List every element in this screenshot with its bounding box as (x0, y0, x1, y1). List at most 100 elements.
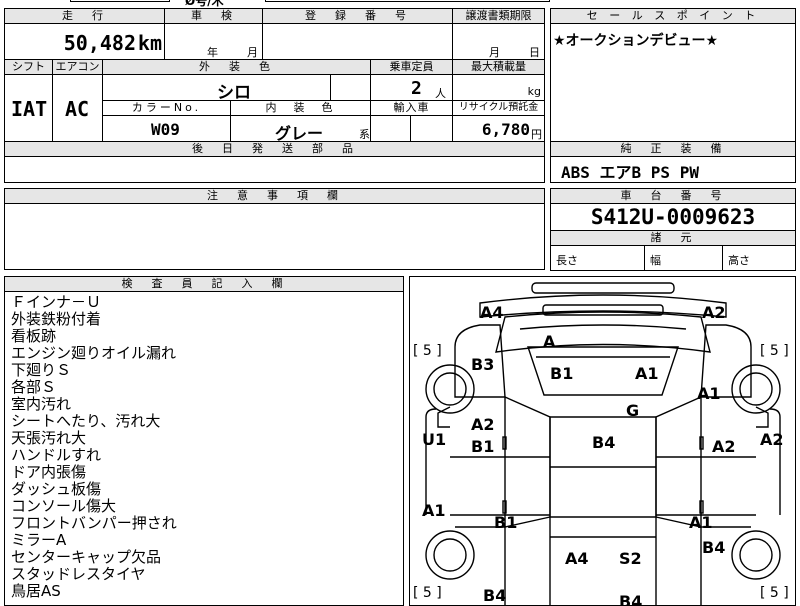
mileage-unit: km (137, 31, 162, 55)
damage-code: A2 (702, 303, 726, 322)
damage-code: A2 (760, 430, 784, 449)
shift-cell: IAT (5, 75, 53, 142)
inspector-line: ハンドルすれ (11, 446, 102, 464)
sales-point-header: セ ー ル ス ポ イ ン ト (551, 9, 795, 24)
recycle-header: リサイクル預託金 (453, 101, 544, 116)
spec-length-cell: 長さ (551, 246, 645, 270)
import-cell-1 (371, 116, 411, 142)
color-no-value: W09 (151, 120, 180, 139)
damage-code: B1 (471, 437, 495, 456)
inspector-box: 検 査 員 記 入 欄 Ｆインナ－Ｕ 外装鉄粉付着 看板跡 エンジン廻りオイル漏… (4, 276, 404, 606)
damage-code: U1 (422, 430, 447, 449)
spec-height: 高さ (728, 254, 750, 267)
inspector-line: スタッドレスタイヤ (11, 565, 146, 583)
spec-length: 長さ (556, 254, 578, 267)
shift-header: シフト (5, 60, 53, 75)
shift-value: IAT (11, 97, 48, 121)
mileage-header: 走 行 (5, 9, 165, 24)
transfer-deadline-header: 譲渡書類期限 (453, 9, 544, 24)
spec-width-cell: 幅 (645, 246, 723, 270)
spec-width: 幅 (650, 254, 661, 267)
aircon-header: エアコン (53, 60, 103, 75)
import-cell-2 (411, 116, 453, 142)
damage-code: B1 (550, 364, 574, 383)
inspector-line: 天張汚れ大 (11, 429, 87, 447)
top-fragment-cell-2 (265, 0, 550, 2)
sales-point-text: ★オークションデビュー★ (553, 33, 719, 49)
damage-diagram: [ 5 ] [ 5 ] [ 5 ] [ 5 ] A4 A2 A B3 B1 A1… (409, 276, 796, 606)
mileage-value: 50,482 (63, 31, 136, 55)
later-parts-header: 後 日 発 送 部 品 (5, 142, 544, 157)
exterior-color-cell: シロ (103, 75, 331, 103)
specs-box: 諸 元 長さ 幅 高さ (550, 230, 796, 271)
inspector-line: エンジン廻りオイル漏れ (11, 344, 177, 362)
inspector-line: 室内汚れ (11, 395, 72, 413)
interior-color-header: 内 装 色 (231, 101, 371, 116)
max-load-header: 最大積載量 (453, 60, 544, 75)
aircon-value: AC (65, 97, 90, 121)
exterior-color-value: シロ (217, 83, 251, 103)
deadline-day: 日 (529, 46, 540, 59)
exterior-color-extra (331, 75, 371, 101)
chassis-box: 車 台 番 号 S412U-0009623 (550, 188, 796, 231)
inspector-line: 鳥居AS (11, 582, 61, 600)
damage-code: B4 (702, 538, 726, 557)
inspector-line: 看板跡 (11, 327, 57, 345)
damage-code: A1 (635, 364, 659, 383)
damage-code: B4 (619, 592, 643, 606)
capacity-value: 2 (411, 78, 422, 99)
inspection-header: 車 検 (165, 9, 263, 24)
specs-header: 諸 元 (551, 231, 795, 246)
top-fragment-cell (70, 0, 170, 2)
color-no-cell: W09 (103, 116, 231, 142)
registration-header: 登 録 番 号 (263, 9, 453, 24)
notes-box: 注 意 事 項 欄 (4, 188, 545, 270)
damage-code: A1 (689, 513, 713, 532)
inspector-line: フロントバンパー押され (11, 514, 177, 532)
damage-code: S2 (619, 549, 642, 568)
damage-code: A1 (697, 384, 721, 403)
damage-code: B3 (471, 355, 495, 374)
later-parts-cell (5, 157, 544, 182)
max-load-cell: kg (453, 75, 544, 101)
aircon-cell: AC (53, 75, 103, 142)
interior-color-value: グレー (275, 124, 324, 143)
transfer-deadline-cell: 月 日 (453, 24, 544, 60)
damage-code: A4 (565, 549, 589, 568)
exterior-color-header: 外 装 色 (103, 60, 371, 75)
inspector-line: シートへたり、汚れ大 (11, 412, 161, 430)
month-unit: 月 (247, 46, 258, 59)
capacity-unit: 人 (435, 87, 446, 100)
inspector-line: Ｆインナ－Ｕ (11, 293, 102, 311)
damage-code: A1 (422, 501, 446, 520)
damage-code: B1 (494, 513, 518, 532)
interior-suffix: 系 (359, 128, 370, 141)
tire-depth-fl: [ 5 ] (413, 343, 442, 359)
inspection-cell: 年 月 (165, 24, 263, 60)
damage-code: A2 (471, 415, 495, 434)
load-unit: kg (527, 85, 541, 98)
damage-code: A2 (712, 437, 736, 456)
damage-code: B4 (483, 586, 507, 605)
registration-cell (263, 24, 453, 60)
tire-depth-rr: [ 5 ] (760, 585, 789, 601)
inspector-header: 検 査 員 記 入 欄 (5, 277, 403, 292)
tire-depth-rl: [ 5 ] (413, 585, 442, 601)
mileage-cell: 50,482 km (5, 24, 165, 60)
color-no-header: カラーNo. (103, 101, 231, 116)
inspector-lines: Ｆインナ－Ｕ 外装鉄粉付着 看板跡 エンジン廻りオイル漏れ 下廻りＳ 各部Ｓ 室… (11, 294, 177, 600)
import-header: 輸入車 (371, 101, 453, 116)
capacity-header: 乗車定員 (371, 60, 453, 75)
sales-point-box: セ ー ル ス ポ イ ン ト ★オークションデビュー★ (550, 8, 796, 142)
standard-equipment-text: ABS エアB PS PW (561, 163, 699, 182)
spec-height-cell: 高さ (723, 246, 795, 270)
recycle-unit: 円 (531, 128, 542, 141)
interior-color-cell: グレー 系 (231, 116, 371, 143)
capacity-cell: 2 人 (371, 75, 453, 101)
inspector-line: ダッシュ板傷 (11, 480, 102, 498)
standard-equipment-box: 純 正 装 備 ABS エアB PS PW (550, 141, 796, 183)
damage-code: G (626, 401, 640, 420)
inspector-line: コンソール傷大 (11, 497, 117, 515)
chassis-header: 車 台 番 号 (551, 189, 795, 204)
inspector-line: 各部Ｓ (11, 378, 57, 396)
